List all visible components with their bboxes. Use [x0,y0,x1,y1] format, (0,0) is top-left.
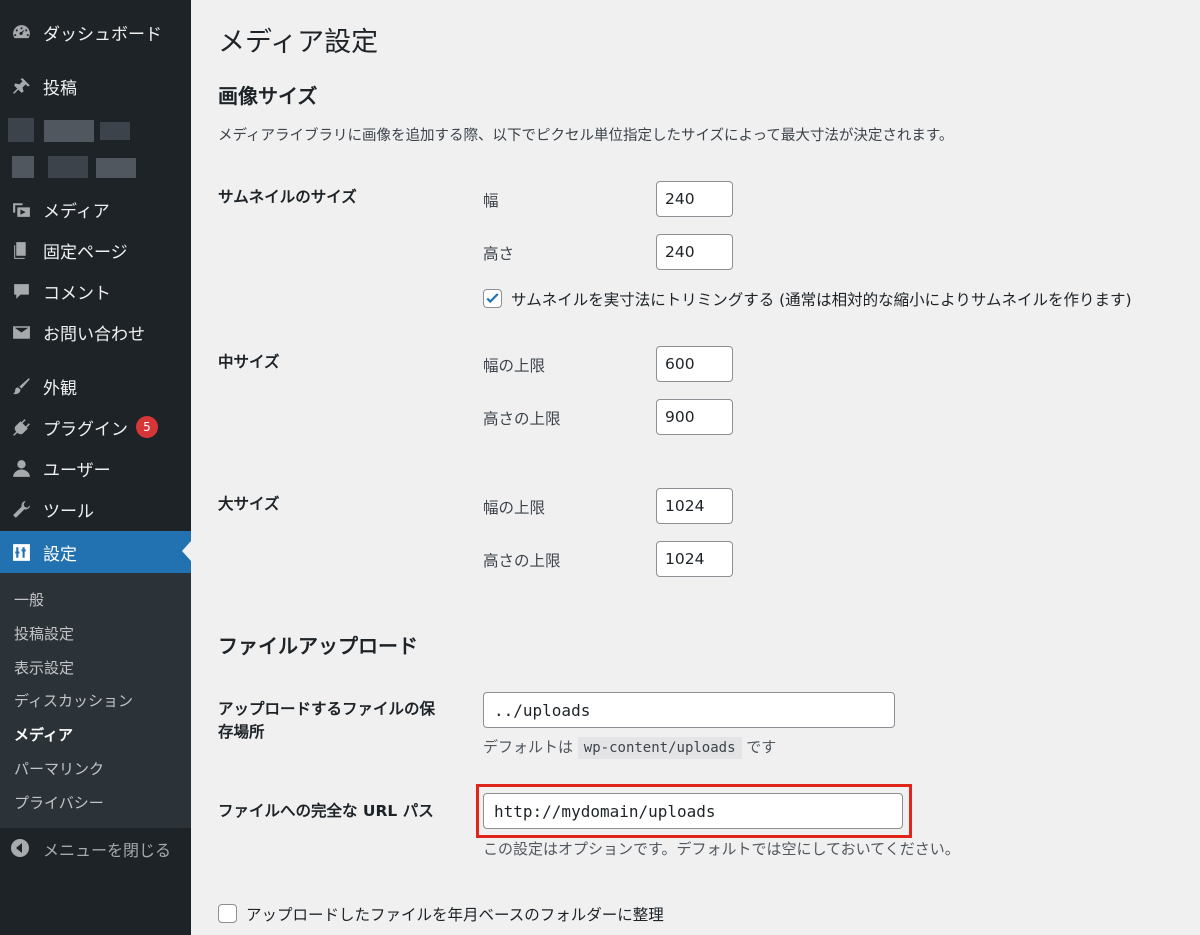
upload-path-label-line1: アップロードするファイルの保 [218,700,436,718]
mail-icon [10,321,32,343]
wrench-icon [10,498,32,520]
submenu-item-media[interactable]: メディア [14,724,73,745]
thumbnail-height-input[interactable] [656,234,733,270]
sidebar-item-label: 投稿 [43,78,77,99]
upload-path-input[interactable] [483,692,895,728]
large-height-label: 高さの上限 [483,552,561,570]
submenu-item-writing[interactable]: 投稿設定 [14,623,74,644]
sidebar-item-dashboard[interactable]: ダッシュボード [0,12,191,52]
dashboard-icon [10,21,32,43]
sidebar-item-label: 外観 [43,378,77,399]
sidebar-item-settings[interactable]: 設定 [0,531,191,573]
help-suffix: です [746,738,777,756]
submenu-item-reading[interactable]: 表示設定 [14,657,74,678]
sidebar-item-label: 設定 [43,544,77,565]
upload-path-label: アップロードするファイルの保 存場所 [218,698,435,744]
admin-sidebar: ダッシュボード 投稿 メディア 固定ページ コメント お問い合わせ 外観 プラグ… [0,0,191,935]
upload-path-label-line2: 存場所 [218,723,265,741]
plugin-icon [10,416,32,438]
sidebar-item-label: ダッシュボード [43,24,162,45]
upload-url-label: ファイルへの完全な URL パス [218,802,434,820]
sidebar-item-posts[interactable]: 投稿 [0,66,191,106]
sidebar-item-tools[interactable]: ツール [0,489,191,529]
upload-url-input[interactable] [483,793,903,829]
thumbnail-size-label: サムネイルのサイズ [218,188,357,206]
settings-icon [10,541,32,563]
checkmark-icon [486,293,499,304]
image-sizes-heading: 画像サイズ [218,84,318,108]
large-height-input[interactable] [656,541,733,577]
sidebar-item-label: コメント [43,283,111,304]
thumbnail-width-label: 幅 [483,192,499,210]
large-width-input[interactable] [656,488,733,524]
submenu-item-discussion[interactable]: ディスカッション [14,690,133,711]
sidebar-item-label: プラグイン [43,419,128,440]
file-upload-heading: ファイルアップロード [218,634,418,658]
sidebar-item-media[interactable]: メディア [0,189,191,229]
collapse-arrow-icon [10,838,32,860]
organize-uploads-checkbox[interactable] [218,904,237,923]
thumbnail-crop-checkbox[interactable] [483,289,502,308]
sidebar-item-label: 固定ページ [43,242,128,263]
medium-height-input[interactable] [656,399,733,435]
sidebar-item-plugins[interactable]: プラグイン 5 [0,407,191,447]
thumbnail-height-label: 高さ [483,245,515,263]
update-count-badge: 5 [136,416,158,438]
large-width-label: 幅の上限 [483,499,546,517]
collapse-menu-button[interactable]: メニューを閉じる [0,828,191,870]
default-path-code: wp-content/uploads [577,737,742,759]
sidebar-item-label: メディア [43,201,110,222]
collapse-menu-label: メニューを閉じる [43,841,172,860]
thumbnail-crop-label: サムネイルを実寸法にトリミングする (通常は相対的な縮小によりサムネイルを作りま… [511,291,1132,309]
medium-width-label: 幅の上限 [483,357,546,375]
thumbnail-width-input[interactable] [656,181,733,217]
large-size-label: 大サイズ [218,495,280,513]
main-content: メディア設定 画像サイズ メディアライブラリに画像を追加する際、以下でピクセル単… [191,0,1200,935]
page-title: メディア設定 [218,27,379,58]
submenu-item-privacy[interactable]: プライバシー [14,792,104,813]
pages-icon [10,239,32,261]
submenu-item-permalinks[interactable]: パーマリンク [14,758,104,779]
user-icon [10,457,32,479]
image-sizes-description: メディアライブラリに画像を追加する際、以下でピクセル単位指定したサイズによって最… [218,128,954,144]
comment-icon [10,280,32,302]
sidebar-item-pages[interactable]: 固定ページ [0,230,191,270]
blurred-menu-items [0,112,191,190]
media-icon [10,198,32,220]
medium-height-label: 高さの上限 [483,410,561,428]
organize-uploads-label: アップロードしたファイルを年月ベースのフォルダーに整理 [246,906,664,924]
upload-path-help: デフォルトは wp-content/uploads です [483,736,777,759]
medium-size-label: 中サイズ [218,353,280,371]
settings-submenu: 一般 投稿設定 表示設定 ディスカッション メディア パーマリンク プライバシー [0,573,191,828]
submenu-item-general[interactable]: 一般 [14,589,44,610]
pin-icon [10,75,32,97]
upload-url-help: この設定はオプションです。デフォルトでは空にしておいてください。 [483,840,960,858]
sidebar-item-label: ユーザー [43,460,111,481]
sidebar-item-label: お問い合わせ [43,324,145,345]
sidebar-item-appearance[interactable]: 外観 [0,366,191,406]
sidebar-item-contact[interactable]: お問い合わせ [0,312,191,352]
sidebar-item-label: ツール [43,501,94,522]
help-prefix: デフォルトは [483,738,574,756]
sidebar-item-users[interactable]: ユーザー [0,448,191,488]
medium-width-input[interactable] [656,346,733,382]
sidebar-item-comments[interactable]: コメント [0,271,191,311]
brush-icon [10,375,32,397]
